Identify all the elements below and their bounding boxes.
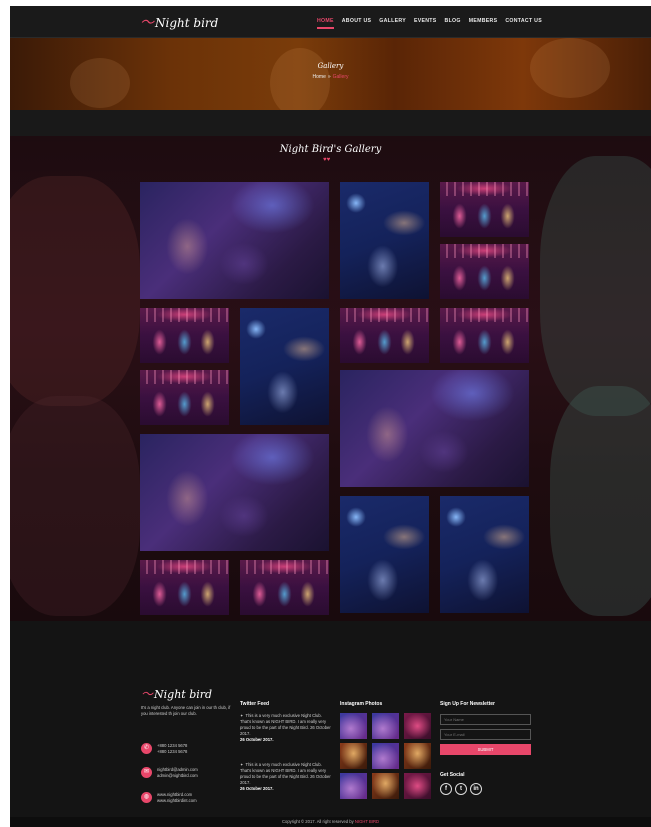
footer-logo[interactable]: 〜Night bird xyxy=(141,685,212,702)
page-frame: 〜Night bird HOME ABOUT US GALLERY EVENTS… xyxy=(10,6,651,827)
instagram-photo[interactable] xyxy=(340,773,367,799)
stage-lights xyxy=(440,244,529,258)
nav-contact-link[interactable]: CONTACT US xyxy=(501,18,546,24)
tweet-item: ✦ This is a very much exclusive Night Clu… xyxy=(240,762,332,792)
globe-icon: ◍ xyxy=(141,792,152,803)
newsletter-submit-button[interactable]: SUBMIT xyxy=(440,744,531,755)
footer-about-text: It's a night club. Anyone can join in ou… xyxy=(141,705,231,716)
instagram-photo[interactable] xyxy=(404,773,431,799)
gallery-title: Night Bird's Gallery xyxy=(279,144,382,155)
instagram-heading: Instagram Photos xyxy=(340,701,383,707)
tweet-date: 26 October 2017. xyxy=(240,786,274,791)
tweet-text: This is a very much exclusive Night Club… xyxy=(240,713,331,736)
site-footer: 〜Night bird It's a night club. Anyone ca… xyxy=(10,621,651,817)
instagram-photo[interactable] xyxy=(340,743,367,769)
gallery-photo-singer[interactable] xyxy=(240,308,329,425)
footer-website: ◍ www.nightbird.com www.nightbirdint.com xyxy=(141,792,197,804)
bird-wing-icon: 〜 xyxy=(140,15,154,31)
instagram-photo[interactable] xyxy=(372,773,399,799)
instagram-photo[interactable] xyxy=(372,743,399,769)
breadcrumb-home-link[interactable]: Home xyxy=(313,74,326,80)
twitter-icon[interactable]: t xyxy=(455,783,467,795)
nav-home-link[interactable]: HOME xyxy=(313,18,338,29)
main-menu: HOME ABOUT US GALLERY EVENTS BLOG MEMBER… xyxy=(313,18,546,29)
copyright-brand-link[interactable]: NIGHT BIRD xyxy=(355,819,379,824)
bird-wing-icon: 〜 xyxy=(141,687,154,701)
footer-phone: ✆ +880 1234 5678 +880 1234 5678 xyxy=(141,743,187,755)
copyright-bar: Copyright © 2017. All right reserved by … xyxy=(10,817,651,827)
instagram-photo[interactable] xyxy=(340,713,367,739)
social-links: f t in xyxy=(440,783,482,795)
twitter-icon: ✦ xyxy=(240,762,244,767)
gallery-photo-singer[interactable] xyxy=(340,496,429,613)
heart-icon: ♥♥ xyxy=(323,157,331,163)
gallery-photo-crowd[interactable] xyxy=(140,182,329,299)
breadcrumb: Home» Gallery xyxy=(10,74,651,80)
newsletter-email-input[interactable] xyxy=(440,729,531,740)
facebook-icon[interactable]: f xyxy=(440,783,452,795)
nav-events-link[interactable]: EVENTS xyxy=(410,18,441,24)
gallery-photo-girls[interactable] xyxy=(440,182,529,237)
tweet-date: 26 October 2017. xyxy=(240,737,274,742)
logo-text: Night bird xyxy=(155,16,219,30)
copyright-text: Copyright © 2017. All right reserved by xyxy=(281,819,354,824)
mail-icon: ✉ xyxy=(141,767,152,778)
stage-lights xyxy=(140,560,229,574)
phone-numbers: +880 1234 5678 +880 1234 5678 xyxy=(157,743,188,754)
gallery-photo-girls[interactable] xyxy=(440,244,529,299)
stage-lights xyxy=(440,182,529,196)
linkedin-icon[interactable]: in xyxy=(470,783,482,795)
nav-about-link[interactable]: ABOUT US xyxy=(338,18,376,24)
stage-lights xyxy=(340,308,429,322)
background-figure xyxy=(550,386,651,616)
stage-lights xyxy=(240,560,329,574)
gallery-photo-crowd[interactable] xyxy=(140,434,329,551)
breadcrumb-separator: » xyxy=(327,74,331,80)
background-figure xyxy=(10,396,140,616)
website-links[interactable]: www.nightbird.com www.nightbirdint.com xyxy=(157,792,197,804)
background-figure xyxy=(540,156,651,416)
gallery-photo-crowd[interactable] xyxy=(340,370,529,487)
gallery-section: Night Bird's Gallery ♥♥ xyxy=(10,136,651,621)
social-heading: Get Social xyxy=(440,772,465,778)
background-figure xyxy=(10,176,140,406)
gallery-photo-girls[interactable] xyxy=(140,370,229,425)
newsletter-heading: Sign Up For Newsletter xyxy=(440,701,496,707)
newsletter-name-input[interactable] xyxy=(440,714,531,725)
stage-lights xyxy=(140,308,229,322)
tweet-item: ✦ This is a very much exclusive Night Clu… xyxy=(240,713,332,743)
section-spacer xyxy=(10,110,651,136)
footer-logo-text: Night bird xyxy=(154,688,213,701)
twitter-icon: ✦ xyxy=(240,713,244,718)
gallery-photo-singer[interactable] xyxy=(340,182,429,299)
twitter-feed-heading: Twitter Feed xyxy=(240,701,270,707)
gallery-photo-singer[interactable] xyxy=(440,496,529,613)
instagram-photo[interactable] xyxy=(372,713,399,739)
nav-gallery-link[interactable]: GALLERY xyxy=(375,18,410,24)
instagram-grid xyxy=(340,713,431,799)
email-addresses[interactable]: nightbird@admin.com admin@nightbird.com xyxy=(157,767,198,779)
phone-icon: ✆ xyxy=(141,743,152,754)
page-title: Gallery xyxy=(317,62,344,70)
stage-lights xyxy=(440,308,529,322)
breadcrumb-current: Gallery xyxy=(332,74,349,80)
instagram-photo[interactable] xyxy=(404,743,431,769)
nav-members-link[interactable]: MEMBERS xyxy=(465,18,502,24)
site-logo[interactable]: 〜Night bird xyxy=(140,12,218,32)
page-banner: Gallery Home» Gallery xyxy=(10,38,651,110)
gallery-photo-girls[interactable] xyxy=(440,308,529,363)
instagram-photo[interactable] xyxy=(404,713,431,739)
top-navbar: 〜Night bird HOME ABOUT US GALLERY EVENTS… xyxy=(10,6,651,38)
gallery-photo-girls[interactable] xyxy=(140,308,229,363)
nav-blog-link[interactable]: BLOG xyxy=(441,18,465,24)
gallery-photo-girls[interactable] xyxy=(340,308,429,363)
gallery-photo-girls[interactable] xyxy=(140,560,229,615)
footer-email: ✉ nightbird@admin.com admin@nightbird.co… xyxy=(141,767,198,779)
stage-lights xyxy=(140,370,229,384)
tweet-text: This is a very much exclusive Night Club… xyxy=(240,762,331,785)
gallery-photo-girls[interactable] xyxy=(240,560,329,615)
